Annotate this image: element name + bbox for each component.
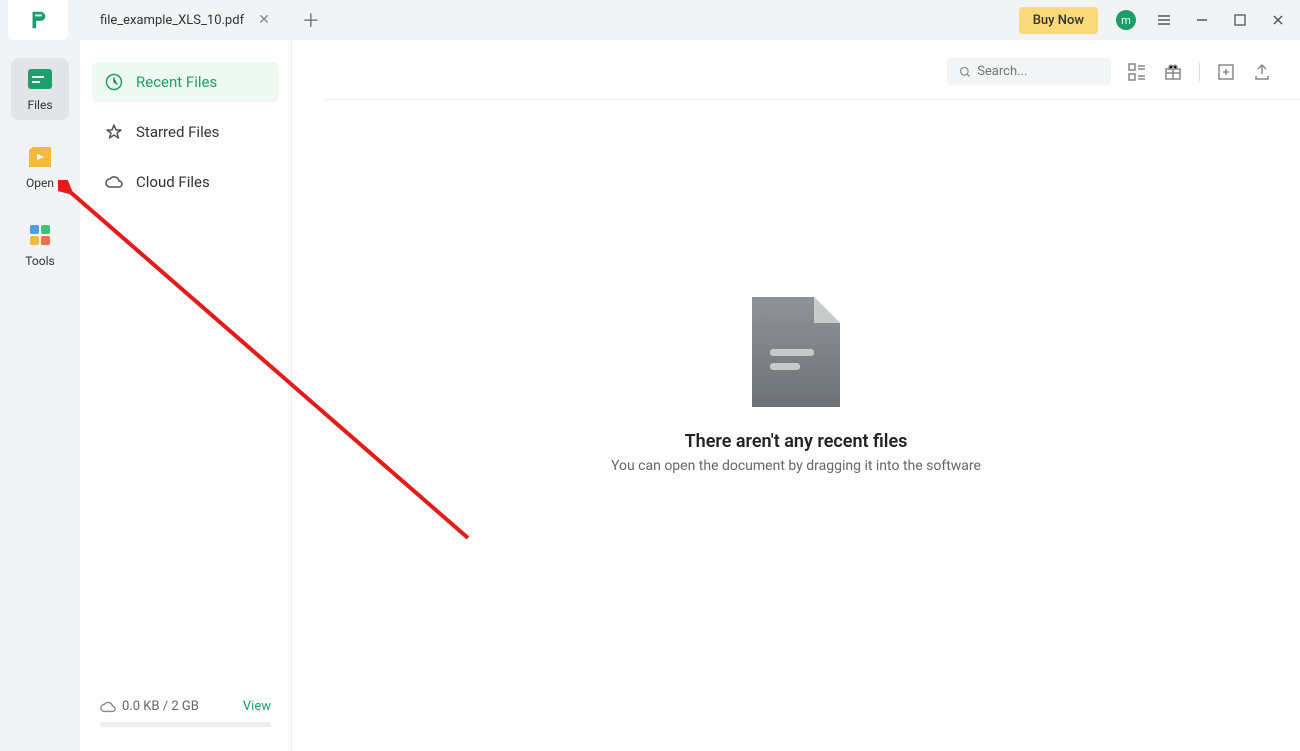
toolbar-separator [1199,63,1200,81]
nav-files-label: Files [27,98,52,112]
nav-tools-label: Tools [25,254,54,268]
nav-tools[interactable]: Tools [11,214,69,276]
active-tab[interactable]: file_example_XLS_10.pdf ✕ [86,0,284,40]
empty-state: There aren't any recent files You can op… [292,100,1300,751]
category-cloud-files[interactable]: Cloud Files [92,162,279,202]
category-recent-files[interactable]: Recent Files [92,62,279,102]
close-window-button[interactable] [1268,10,1288,30]
app-logo-icon [27,9,49,31]
storage-footer: 0.0 KB / 2 GB View [92,685,279,751]
cloud-icon [104,172,124,192]
storage-text: 0.0 KB / 2 GB [122,699,199,714]
storage-progress-bar [100,722,271,727]
user-avatar[interactable]: m [1116,10,1136,30]
maximize-button[interactable] [1230,10,1250,30]
new-file-icon[interactable] [1216,62,1236,82]
nav-files[interactable]: Files [11,58,69,120]
new-tab-button[interactable]: ＋ [302,7,320,33]
upload-icon[interactable] [1252,62,1272,82]
category-cloud-label: Cloud Files [136,173,210,191]
open-icon [27,144,53,170]
search-icon [959,65,971,79]
sidebar-categories: Recent Files Starred Files Cloud Files 0… [80,40,292,751]
menu-icon[interactable] [1154,10,1174,30]
tools-icon [27,222,53,248]
empty-title: There aren't any recent files [685,431,908,452]
search-input[interactable] [977,64,1099,79]
app-logo[interactable] [8,0,68,40]
nav-open[interactable]: Open [11,136,69,198]
view-grid-icon[interactable] [1127,62,1147,82]
search-box[interactable] [947,58,1111,85]
star-icon [104,122,124,142]
cloud-small-icon [100,700,116,714]
buy-now-button[interactable]: Buy Now [1019,7,1098,34]
empty-document-icon [752,297,840,407]
clock-icon [104,72,124,92]
category-recent-label: Recent Files [136,73,217,91]
files-icon [27,66,53,92]
tab-close-icon[interactable]: ✕ [258,12,270,28]
category-starred-files[interactable]: Starred Files [92,112,279,152]
sidebar-narrow: Files Open Tools [0,40,80,751]
content-area: There aren't any recent files You can op… [292,40,1300,751]
category-starred-label: Starred Files [136,123,219,141]
tab-title: file_example_XLS_10.pdf [100,13,244,28]
storage-view-link[interactable]: View [243,699,271,714]
nav-open-label: Open [26,176,54,190]
empty-subtitle: You can open the document by dragging it… [611,458,981,474]
titlebar: file_example_XLS_10.pdf ✕ ＋ Buy Now m [0,0,1300,40]
content-toolbar [324,40,1300,100]
gift-icon[interactable] [1163,62,1183,82]
minimize-button[interactable] [1192,10,1212,30]
